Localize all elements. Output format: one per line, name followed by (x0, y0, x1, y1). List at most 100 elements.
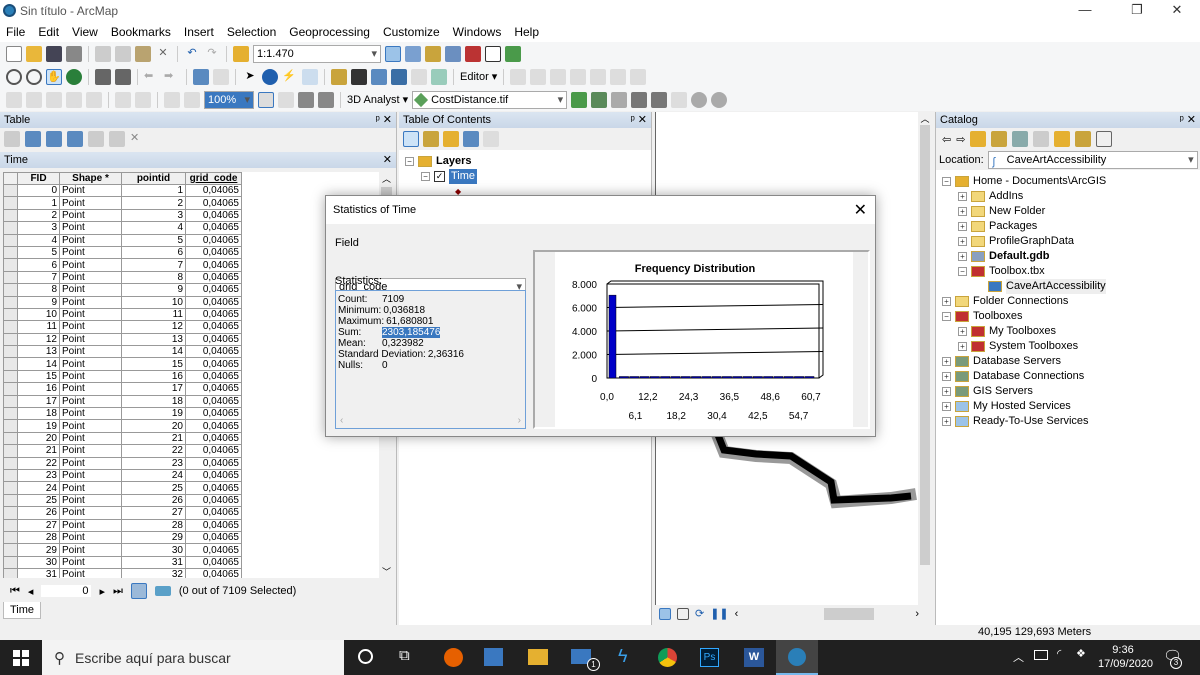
previous-extent-layout-icon[interactable] (164, 91, 180, 108)
table-row[interactable]: 24 Point 25 0,04065 (3, 481, 242, 495)
table-cell[interactable]: Point (59, 543, 122, 557)
photoshop-icon[interactable]: Ps (700, 648, 719, 667)
attributes-icon[interactable] (610, 68, 627, 85)
zoom-in-icon[interactable] (6, 68, 22, 85)
table-cell[interactable]: 22 (121, 444, 186, 458)
collapse-icon[interactable]: − (942, 177, 951, 186)
clear-selection-icon[interactable] (213, 68, 229, 85)
select-elements-icon[interactable]: ➤ (242, 69, 258, 85)
table-row[interactable]: 27 Point 28 0,04065 (3, 518, 242, 532)
previous-record-button[interactable]: ◂ (28, 585, 34, 598)
table-cell[interactable]: 0,04065 (185, 183, 242, 198)
table-cell[interactable]: Point (59, 307, 122, 322)
catalog-item[interactable]: + Database Servers (942, 354, 1194, 369)
catalog-item[interactable]: + Folder Connections (942, 294, 1194, 309)
row-selector[interactable] (3, 258, 18, 272)
related-tables-icon[interactable] (25, 131, 41, 147)
table-cell[interactable]: 5 (121, 233, 186, 247)
focus-data-frame-icon[interactable] (278, 91, 294, 108)
zoom-whole-page-icon[interactable] (66, 91, 82, 108)
table-cell[interactable]: 30 (17, 555, 60, 570)
table-cell[interactable]: Point (59, 320, 122, 334)
toc-options-icon[interactable] (483, 131, 499, 147)
table-cell[interactable]: 21 (121, 431, 186, 446)
table-cell[interactable]: 25 (17, 493, 60, 508)
table-cell[interactable]: Point (59, 555, 122, 570)
menu-edit[interactable]: Edit (38, 25, 59, 39)
clock[interactable]: 9:36 17/09/2020 (1098, 643, 1153, 671)
table-cell[interactable]: 9 (121, 283, 186, 297)
editor-toolbar-icon[interactable] (385, 45, 401, 62)
table-cell[interactable]: 0,04065 (185, 233, 242, 247)
switch-selection-icon[interactable] (67, 131, 83, 147)
table-cell[interactable]: Point (59, 345, 122, 359)
battery-icon[interactable] (1034, 650, 1048, 660)
scroll-right-icon[interactable]: › (915, 608, 919, 620)
measure-icon[interactable] (331, 68, 347, 85)
scale-combo[interactable]: 1:1.470 (253, 44, 381, 63)
table-cell[interactable]: 0,04065 (185, 394, 242, 409)
table-cell[interactable]: 0,04065 (185, 245, 242, 260)
catalog-item[interactable]: − Toolbox.tbx (942, 264, 1194, 279)
row-selector[interactable] (3, 444, 18, 458)
table-cell[interactable]: 29 (121, 530, 186, 545)
expand-icon[interactable]: + (942, 357, 951, 366)
close-table-icon[interactable]: ✕ (383, 152, 392, 168)
word-icon[interactable]: W (744, 648, 764, 667)
file-explorer-icon[interactable] (528, 649, 548, 665)
row-selector[interactable] (3, 506, 18, 520)
table-cell[interactable]: Point (59, 419, 122, 433)
windows-start-icon[interactable] (13, 650, 29, 666)
show-hidden-icons[interactable]: ︿ (1013, 649, 1024, 665)
store-icon[interactable] (484, 648, 503, 666)
row-selector[interactable] (3, 332, 18, 347)
table-cell[interactable]: Point (59, 518, 122, 532)
expand-icon[interactable]: + (958, 207, 967, 216)
task-view-icon[interactable]: ⧉ (399, 647, 410, 664)
table-cell[interactable]: 14 (121, 345, 186, 359)
table-cell[interactable]: 3 (121, 208, 186, 223)
table-cell[interactable]: 22 (17, 456, 60, 471)
table-cell[interactable]: 20 (17, 431, 60, 446)
toc-window-icon[interactable] (405, 45, 421, 62)
table-cell[interactable]: 21 (17, 444, 60, 458)
table-cell[interactable]: 0,04065 (185, 307, 242, 322)
row-selector[interactable] (3, 295, 18, 309)
row-selector[interactable] (3, 568, 18, 578)
row-selector[interactable] (3, 196, 18, 210)
table-cell[interactable]: 17 (121, 382, 186, 396)
location-combo[interactable]: ʃ CaveArtAccessibility (987, 151, 1198, 169)
table-row[interactable]: 7 Point 8 0,04065 (3, 270, 242, 285)
table-cell[interactable]: 0,04065 (185, 493, 242, 508)
catalog-item[interactable]: CaveArtAccessibility (942, 279, 1194, 294)
table-row[interactable]: 13 Point 14 0,04065 (3, 345, 242, 359)
home-icon[interactable] (991, 131, 1008, 147)
table-cell[interactable]: 0,04065 (185, 543, 242, 557)
table-cell[interactable]: 0,04065 (185, 481, 242, 495)
table-cell[interactable]: 0,04065 (185, 258, 242, 272)
wifi-icon[interactable]: ◜ (1057, 647, 1061, 660)
table-cell[interactable]: 0,04065 (185, 431, 242, 446)
data-driven-pages-icon[interactable] (318, 91, 334, 108)
menu-help[interactable]: Help (514, 25, 539, 39)
table-options-icon[interactable] (4, 131, 20, 147)
table-row[interactable]: 8 Point 9 0,04065 (3, 283, 242, 297)
expand-icon[interactable]: + (942, 417, 951, 426)
table-cell[interactable]: 19 (17, 419, 60, 433)
collapse-icon[interactable]: − (958, 267, 967, 276)
table-cell[interactable]: Point (59, 270, 122, 285)
menu-customize[interactable]: Customize (383, 25, 440, 39)
catalog-item[interactable]: + New Folder (942, 204, 1194, 219)
catalog-item[interactable]: + ProfileGraphData (942, 234, 1194, 249)
table-row[interactable]: 3 Point 4 0,04065 (3, 221, 242, 235)
table-cell[interactable]: 0,04065 (185, 332, 242, 347)
row-selector[interactable] (3, 307, 18, 322)
split-tool-icon[interactable] (570, 68, 587, 85)
table-cell[interactable]: 1 (121, 183, 186, 198)
table-cell[interactable]: 6 (17, 258, 60, 272)
dropbox-icon[interactable]: ❖ (1076, 647, 1086, 660)
expand-icon[interactable]: + (942, 387, 951, 396)
table-cell[interactable]: 0,04065 (185, 283, 242, 297)
table-cell[interactable]: 15 (17, 369, 60, 384)
table-cell[interactable]: 9 (17, 295, 60, 309)
